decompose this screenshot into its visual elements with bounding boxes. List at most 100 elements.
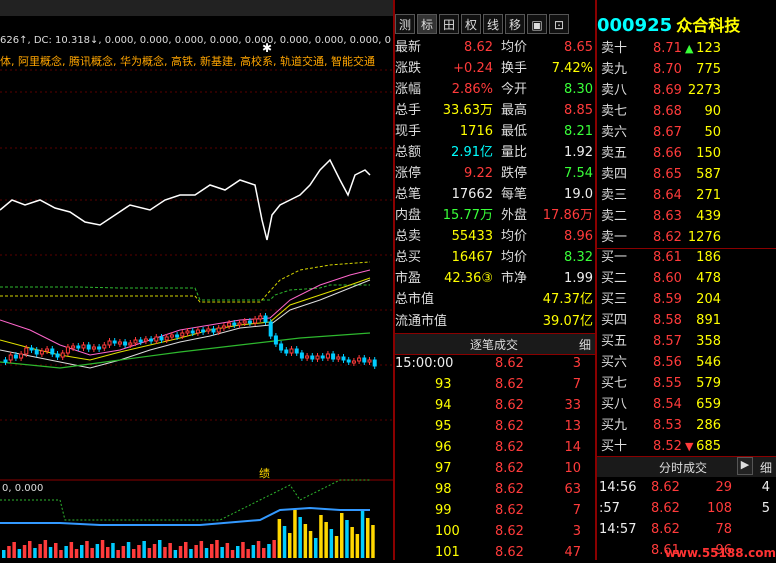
volume-bar <box>194 545 198 558</box>
buys-level-label: 买八 <box>601 397 628 412</box>
buys-row: 买九 8.53 286 <box>597 415 776 436</box>
volume-bar <box>38 544 42 558</box>
candle <box>45 348 50 352</box>
sells-volume: 271 <box>696 188 721 203</box>
volume-bar <box>168 543 172 558</box>
buys-volume: 358 <box>696 334 721 349</box>
volume-bar <box>90 548 94 558</box>
buys-row: 买二 8.60 478 <box>597 268 776 289</box>
tick-detail-button[interactable]: 细 <box>760 459 772 476</box>
volume-bar <box>184 542 188 558</box>
quote-value: 7.54 <box>564 166 593 181</box>
buys-row: 买七 8.55 579 <box>597 373 776 394</box>
candle <box>346 359 351 363</box>
buys-level-label: 买七 <box>601 376 628 391</box>
trade-time: 99 <box>435 503 452 518</box>
volume-bar <box>33 548 37 558</box>
buys-row: 买八 8.54 659 <box>597 394 776 415</box>
order-book-panel: 000925 众合科技 卖十 8.71 ▲ 123 卖九 8.70 775 卖八 8.69 227… <box>597 0 776 560</box>
view-tab[interactable]: ⊡ <box>549 14 569 34</box>
trade-row: 97 8.62 10 <box>395 458 595 479</box>
buys-price: 8.52 <box>653 439 682 454</box>
trades-detail-button[interactable]: 细 <box>579 336 591 353</box>
sells-price: 8.66 <box>653 146 682 161</box>
candle <box>237 322 242 326</box>
total-cap-label: 总市值 <box>395 292 435 307</box>
ma-pink <box>0 269 371 356</box>
sells-level-label: 卖八 <box>601 83 628 98</box>
candle <box>362 357 367 363</box>
quote-value: 8.62 <box>464 40 493 55</box>
trade-price: 8.62 <box>495 356 524 371</box>
view-tab[interactable]: 权 <box>461 14 481 34</box>
quote-value: 55433 <box>451 229 493 244</box>
candle <box>357 357 362 362</box>
volume-bar <box>64 546 68 558</box>
volume-bar <box>293 510 297 558</box>
candle <box>123 341 128 346</box>
quote-value: 7.42% <box>551 61 593 76</box>
candle <box>315 355 320 360</box>
trade-price: 8.62 <box>495 440 524 455</box>
volume-bar <box>132 549 136 558</box>
view-tab[interactable]: 线 <box>483 14 503 34</box>
volume-bar <box>80 545 84 558</box>
trades-title: 逐笔成交 <box>470 338 519 352</box>
watermark: www.55188.com <box>664 546 776 560</box>
tick-price: 8.62 <box>651 480 680 495</box>
sells-price: 8.63 <box>653 209 682 224</box>
sells-price: 8.68 <box>653 104 682 119</box>
tick-price: 8.62 <box>651 522 680 537</box>
sells-volume: 1276 <box>687 230 721 245</box>
quote-row: 内盘 15.77万 外盘 17.86万 <box>395 205 595 226</box>
buys-price: 8.61 <box>653 250 682 265</box>
quote-row: 现手 1716 最低 8.21 <box>395 121 595 142</box>
candle <box>24 347 29 355</box>
volume-bar <box>360 511 365 558</box>
buys-volume: 204 <box>696 292 721 307</box>
volume-bar <box>251 545 256 558</box>
buys-price: 8.53 <box>653 418 682 433</box>
candle <box>159 336 164 341</box>
trade-volume: 3 <box>572 356 581 371</box>
candle <box>13 354 18 359</box>
trade-price: 8.62 <box>495 503 524 518</box>
view-tab[interactable]: 移 <box>505 14 525 34</box>
tick-time: :57 <box>599 501 620 516</box>
view-tab[interactable]: 标 <box>417 14 437 34</box>
volume-bar <box>85 541 89 558</box>
candle <box>294 348 299 354</box>
kline-chart[interactable]: 626↑, DC: 10.318↓, 0.000, 0.000, 0.000, … <box>0 0 393 560</box>
price-chart-svg: ✱ <box>0 41 393 558</box>
buys-row: 买十 8.52 ▼ 685 <box>597 436 776 457</box>
view-tab[interactable]: ▣ <box>527 14 547 34</box>
quote-label: 总买 <box>395 250 422 265</box>
view-tab[interactable]: 田 <box>439 14 459 34</box>
sells-price: 8.64 <box>653 188 682 203</box>
band-dashed-2 <box>0 261 371 303</box>
volume-bar <box>355 534 360 558</box>
tick-next-button[interactable]: ▶ <box>737 457 753 475</box>
buys-volume: 186 <box>696 250 721 265</box>
volume-bar <box>116 550 120 558</box>
sells-level-label: 卖五 <box>601 146 628 161</box>
tick-title: 分时成交 <box>659 461 708 475</box>
candle <box>258 315 263 320</box>
total-cap-value: 47.37亿 <box>542 292 593 307</box>
sells-row: 卖一 8.62 1276 <box>597 227 776 248</box>
quote-label: 总额 <box>395 145 422 160</box>
candle <box>133 339 138 344</box>
tick-price: 8.62 <box>651 501 680 516</box>
volume-bar <box>147 548 152 558</box>
quote-value: 19.0 <box>564 187 593 202</box>
candle <box>65 346 70 354</box>
buys-price: 8.57 <box>653 334 682 349</box>
candle <box>180 332 185 337</box>
view-tab[interactable]: 测 <box>395 14 415 34</box>
quote-label: 均价 <box>501 229 528 244</box>
quote-label: 总卖 <box>395 229 422 244</box>
quote-value: 8.96 <box>564 229 593 244</box>
candle <box>8 354 13 361</box>
vol-ma-blue <box>0 506 370 526</box>
volume-bar <box>189 549 193 558</box>
